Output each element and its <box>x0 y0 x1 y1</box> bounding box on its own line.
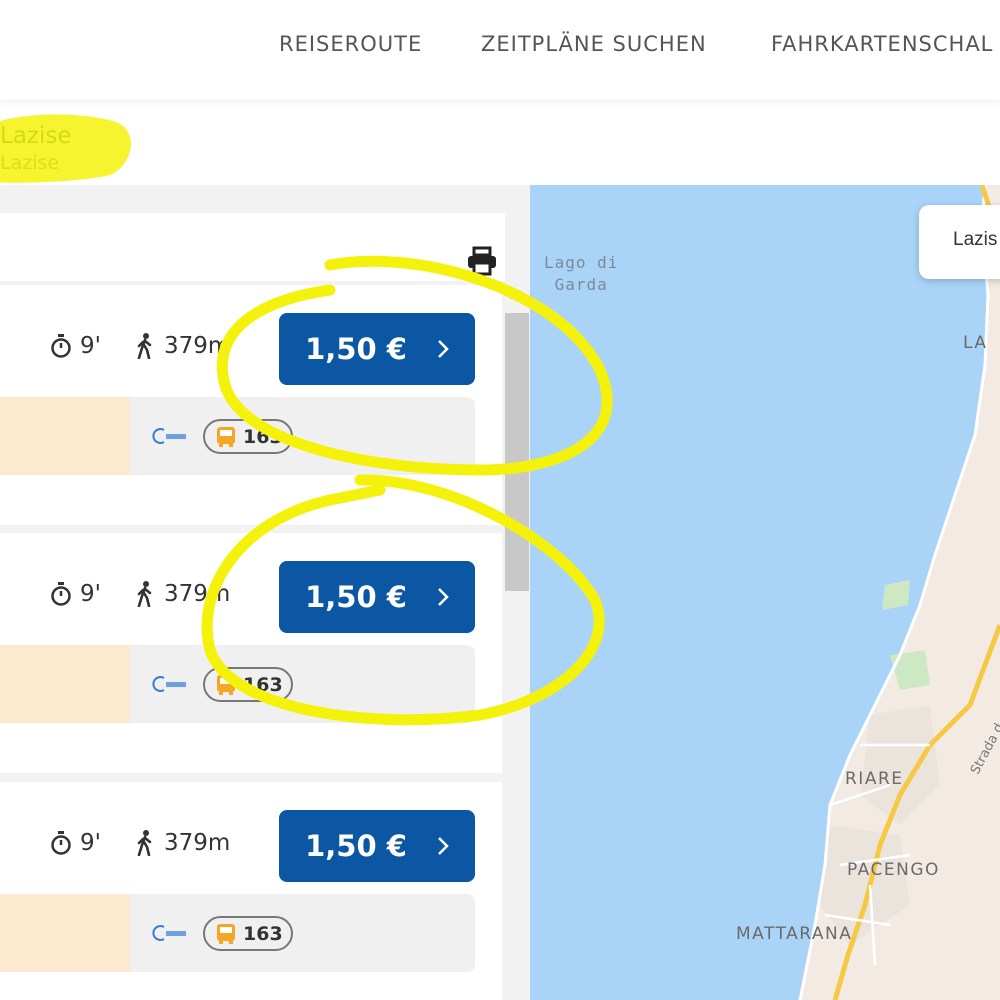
trip-duration: 9' <box>50 830 101 856</box>
map-stop-popup[interactable]: Lazis <box>919 205 1000 279</box>
operator-logo-icon <box>152 428 186 444</box>
place-label-lazise: LA <box>963 333 988 353</box>
bus-line-badge: 163 <box>203 667 293 702</box>
scrollbar-thumb[interactable] <box>505 313 529 591</box>
bus-line-number: 163 <box>243 673 283 696</box>
walk-segment-bar <box>0 645 130 723</box>
lake-label: Lago di Garda <box>544 252 618 296</box>
walking-icon <box>137 581 152 607</box>
walk-distance: 379m <box>136 333 230 359</box>
walk-value: 379m <box>164 830 231 856</box>
trip-timeline: 163 <box>0 397 475 475</box>
walking-icon <box>137 830 152 856</box>
place-label-pacengo: PACENGO <box>847 860 940 880</box>
top-navigation: REISEROUTE ZEITPLÄNE SUCHEN FAHRKARTENSC… <box>0 0 1000 100</box>
duration-value: 9' <box>80 581 101 607</box>
walking-icon <box>137 333 152 359</box>
results-panel: 9' 379m 1,50 € 163 9' 379m 1,50 € 163 9'… <box>0 185 530 1000</box>
price-button[interactable]: 1,50 € <box>279 561 475 633</box>
walk-segment-bar <box>0 397 130 475</box>
price-button[interactable]: 1,50 € <box>279 810 475 882</box>
route-destination: Lazise <box>0 152 60 174</box>
chevron-right-icon <box>438 588 449 606</box>
trip-timeline: 163 <box>0 645 475 723</box>
bus-line-number: 163 <box>243 922 283 945</box>
operator-logo-icon <box>152 676 186 692</box>
bus-line-number: 163 <box>243 425 283 448</box>
place-label-riare: RIARE <box>845 769 904 789</box>
lake-label-line-1: Lago di <box>544 253 619 272</box>
result-card-1[interactable]: 9' 379m 1,50 € 163 <box>0 285 505 525</box>
nav-reiseroute[interactable]: REISEROUTE <box>279 32 422 56</box>
stopwatch-icon <box>51 582 71 606</box>
results-toolbar <box>0 213 505 281</box>
results-scrollbar[interactable] <box>502 285 530 1000</box>
trip-duration: 9' <box>50 581 101 607</box>
result-card-3[interactable]: 9' 379m 1,50 € 163 <box>0 782 505 1000</box>
chevron-right-icon <box>438 340 449 358</box>
price-value: 1,50 € <box>305 332 407 366</box>
lake-label-line-2: Garda <box>554 275 608 294</box>
walk-distance: 379m <box>136 581 230 607</box>
app-root: REISEROUTE ZEITPLÄNE SUCHEN FAHRKARTENSC… <box>0 0 1000 1000</box>
trip-duration: 9' <box>50 333 101 359</box>
trip-timeline: 163 <box>0 894 475 972</box>
stopwatch-icon <box>51 831 71 855</box>
bus-icon <box>217 674 235 695</box>
map-view[interactable]: Lago di Garda Lazis LA RIARE PACENGO MAT… <box>530 185 1000 1000</box>
result-card-2[interactable]: 9' 379m 1,50 € 163 <box>0 533 505 773</box>
place-label-mattarana: MATTARANA <box>736 924 853 944</box>
nav-zeitplaene-suchen[interactable]: ZEITPLÄNE SUCHEN <box>481 32 707 56</box>
stopwatch-icon <box>51 334 71 358</box>
walk-distance: 379m <box>136 830 230 856</box>
price-value: 1,50 € <box>305 580 407 614</box>
price-button[interactable]: 1,50 € <box>279 313 475 385</box>
walk-value: 379m <box>164 333 231 359</box>
bus-icon <box>217 923 235 944</box>
duration-value: 9' <box>80 333 101 359</box>
bus-icon <box>217 426 235 447</box>
walk-segment-bar <box>0 894 130 972</box>
route-header: Lazise Lazise <box>0 105 1000 185</box>
printer-icon[interactable] <box>466 246 498 276</box>
bus-line-badge: 163 <box>203 419 293 454</box>
scroll-up-arrow-icon[interactable] <box>507 285 525 305</box>
nav-fahrkartenschalter[interactable]: FAHRKARTENSCHAL <box>771 32 993 56</box>
walk-value: 379m <box>164 581 231 607</box>
bus-line-badge: 163 <box>203 916 293 951</box>
price-value: 1,50 € <box>305 829 407 863</box>
operator-logo-icon <box>152 925 186 941</box>
route-origin: Lazise <box>0 123 72 149</box>
duration-value: 9' <box>80 830 101 856</box>
chevron-right-icon <box>438 837 449 855</box>
